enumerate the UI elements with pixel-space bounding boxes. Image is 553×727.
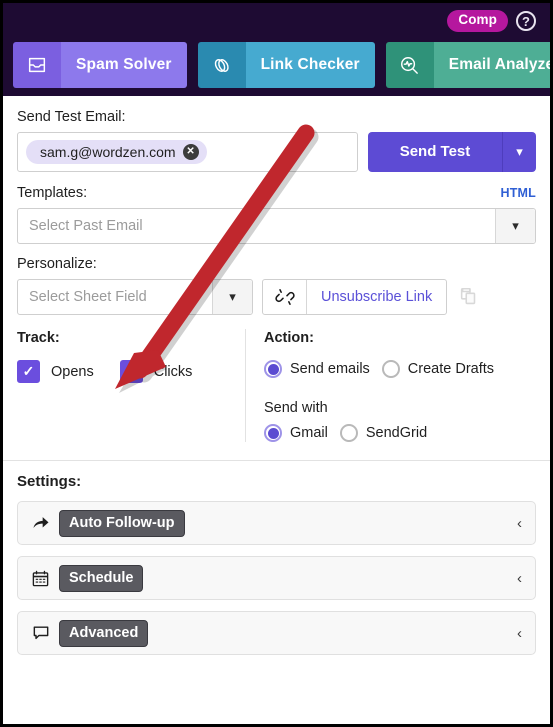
top-toolbar: Comp ? Spam Solver Link Checker Email An… bbox=[3, 3, 550, 96]
action-options: Send emails Create Drafts bbox=[264, 352, 536, 379]
radio-create-drafts-label: Create Drafts bbox=[407, 361, 495, 378]
radio-create-drafts[interactable]: Create Drafts bbox=[381, 360, 506, 379]
send-test-button-label: Send Test bbox=[399, 143, 471, 161]
copy-icon[interactable] bbox=[458, 286, 480, 308]
sheet-field-placeholder: Select Sheet Field bbox=[29, 288, 147, 305]
personalize-row: Select Sheet Field ▾ Unsubscribe Link bbox=[17, 278, 536, 315]
link-checker-label: Link Checker bbox=[245, 42, 375, 88]
check-icon: ✓ bbox=[119, 360, 143, 384]
templates-select[interactable]: Select Past Email ▾ bbox=[17, 207, 536, 244]
settings-row-advanced[interactable]: Advanced ‹ bbox=[17, 611, 536, 656]
settings-section: Settings: Auto Follow-up ‹ Schedule ‹ Ad… bbox=[3, 460, 550, 656]
sheet-field-select[interactable]: Select Sheet Field ▾ bbox=[17, 278, 253, 315]
send-test-button[interactable]: Send Test ▾ bbox=[368, 131, 536, 172]
radio-gmail[interactable]: Gmail bbox=[264, 424, 340, 443]
settings-row-auto-follow-up[interactable]: Auto Follow-up ‹ bbox=[17, 501, 536, 546]
action-column: Action: Send emails Create Drafts Send w… bbox=[245, 328, 536, 443]
toolbar-status-row: Comp ? bbox=[13, 7, 540, 35]
recipient-chip-label: sam.g@wordzen.com bbox=[40, 143, 176, 160]
send-test-row: sam.g@wordzen.com ✕ Send Test ▾ bbox=[17, 131, 536, 172]
unsubscribe-link-button[interactable]: Unsubscribe Link bbox=[262, 278, 448, 315]
chevron-left-icon[interactable]: ‹ bbox=[517, 570, 522, 587]
settings-title: Settings: bbox=[17, 473, 82, 491]
chevron-down-icon[interactable]: ▾ bbox=[495, 208, 535, 243]
settings-row-schedule[interactable]: Schedule ‹ bbox=[17, 556, 536, 601]
question-circle-icon[interactable]: ? bbox=[516, 11, 536, 31]
check-icon: ✓ bbox=[17, 360, 40, 384]
settings-row-advanced-label: Advanced bbox=[59, 619, 149, 647]
chevron-down-icon[interactable]: ▾ bbox=[502, 131, 536, 172]
radio-selected-icon bbox=[264, 424, 282, 443]
checkbox-clicks[interactable]: ✓ Clicks bbox=[119, 360, 193, 384]
magnifier-pulse-icon bbox=[385, 42, 434, 88]
track-column: Track: ✓ Opens ✓ Clicks bbox=[17, 329, 245, 443]
forward-arrow-icon bbox=[31, 513, 59, 533]
radio-gmail-label: Gmail bbox=[290, 425, 328, 442]
checkbox-opens-label: Opens bbox=[51, 363, 94, 380]
action-label: Action: bbox=[264, 329, 314, 346]
settings-row-auto-follow-up-label: Auto Follow-up bbox=[59, 509, 185, 537]
templates-label: Templates: bbox=[17, 184, 88, 201]
radio-send-emails[interactable]: Send emails bbox=[264, 360, 382, 379]
email-analyzer-label: Email Analyzer bbox=[433, 42, 550, 88]
close-circle-icon[interactable]: ✕ bbox=[182, 143, 199, 160]
app-window: Comp ? Spam Solver Link Checker Email An… bbox=[0, 0, 553, 727]
send-with-options: Gmail SendGrid bbox=[264, 416, 536, 443]
radio-unselected-icon bbox=[339, 424, 358, 443]
calendar-icon bbox=[31, 569, 59, 588]
email-analyzer-button[interactable]: Email Analyzer bbox=[385, 42, 550, 88]
track-action-grid: Track: ✓ Opens ✓ Clicks Action: Send ema… bbox=[17, 328, 536, 443]
personalize-label: Personalize: bbox=[17, 255, 97, 272]
tool-buttons-row: Spam Solver Link Checker Email Analyzer bbox=[13, 42, 550, 88]
radio-unselected-icon bbox=[381, 360, 400, 379]
main-panel: Send Test Email: sam.g@wordzen.com ✕ Sen… bbox=[3, 96, 550, 724]
spam-solver-button[interactable]: Spam Solver bbox=[13, 42, 187, 88]
templates-select-placeholder: Select Past Email bbox=[29, 217, 143, 234]
radio-sendgrid[interactable]: SendGrid bbox=[339, 424, 439, 443]
templates-header: Templates: HTML bbox=[17, 184, 536, 208]
radio-sendgrid-label: SendGrid bbox=[365, 425, 428, 442]
html-link[interactable]: HTML bbox=[500, 186, 536, 200]
checkbox-opens[interactable]: ✓ Opens bbox=[17, 360, 94, 384]
speech-bubble-icon bbox=[31, 623, 59, 643]
send-test-email-label: Send Test Email: bbox=[17, 109, 126, 125]
chevron-left-icon[interactable]: ‹ bbox=[517, 515, 522, 532]
broken-link-icon bbox=[263, 279, 307, 314]
chevron-down-icon[interactable]: ▾ bbox=[212, 279, 252, 314]
unsubscribe-link-label: Unsubscribe Link bbox=[321, 288, 433, 305]
inbox-icon bbox=[13, 42, 61, 88]
radio-selected-icon bbox=[264, 360, 282, 379]
radio-send-emails-label: Send emails bbox=[290, 361, 370, 378]
chevron-left-icon[interactable]: ‹ bbox=[517, 625, 522, 642]
link-icon bbox=[197, 42, 246, 88]
spam-solver-label: Spam Solver bbox=[61, 42, 187, 88]
status-badge[interactable]: Comp bbox=[447, 10, 508, 32]
send-with-label: Send with bbox=[264, 400, 328, 417]
link-checker-button[interactable]: Link Checker bbox=[197, 42, 375, 88]
checkbox-clicks-label: Clicks bbox=[153, 363, 193, 380]
recipient-chip: sam.g@wordzen.com ✕ bbox=[26, 139, 207, 164]
track-label: Track: bbox=[17, 329, 60, 346]
settings-row-schedule-label: Schedule bbox=[59, 564, 144, 592]
track-options: ✓ Opens ✓ Clicks bbox=[17, 352, 245, 384]
recipient-input[interactable]: sam.g@wordzen.com ✕ bbox=[17, 131, 358, 172]
divider bbox=[3, 460, 550, 462]
